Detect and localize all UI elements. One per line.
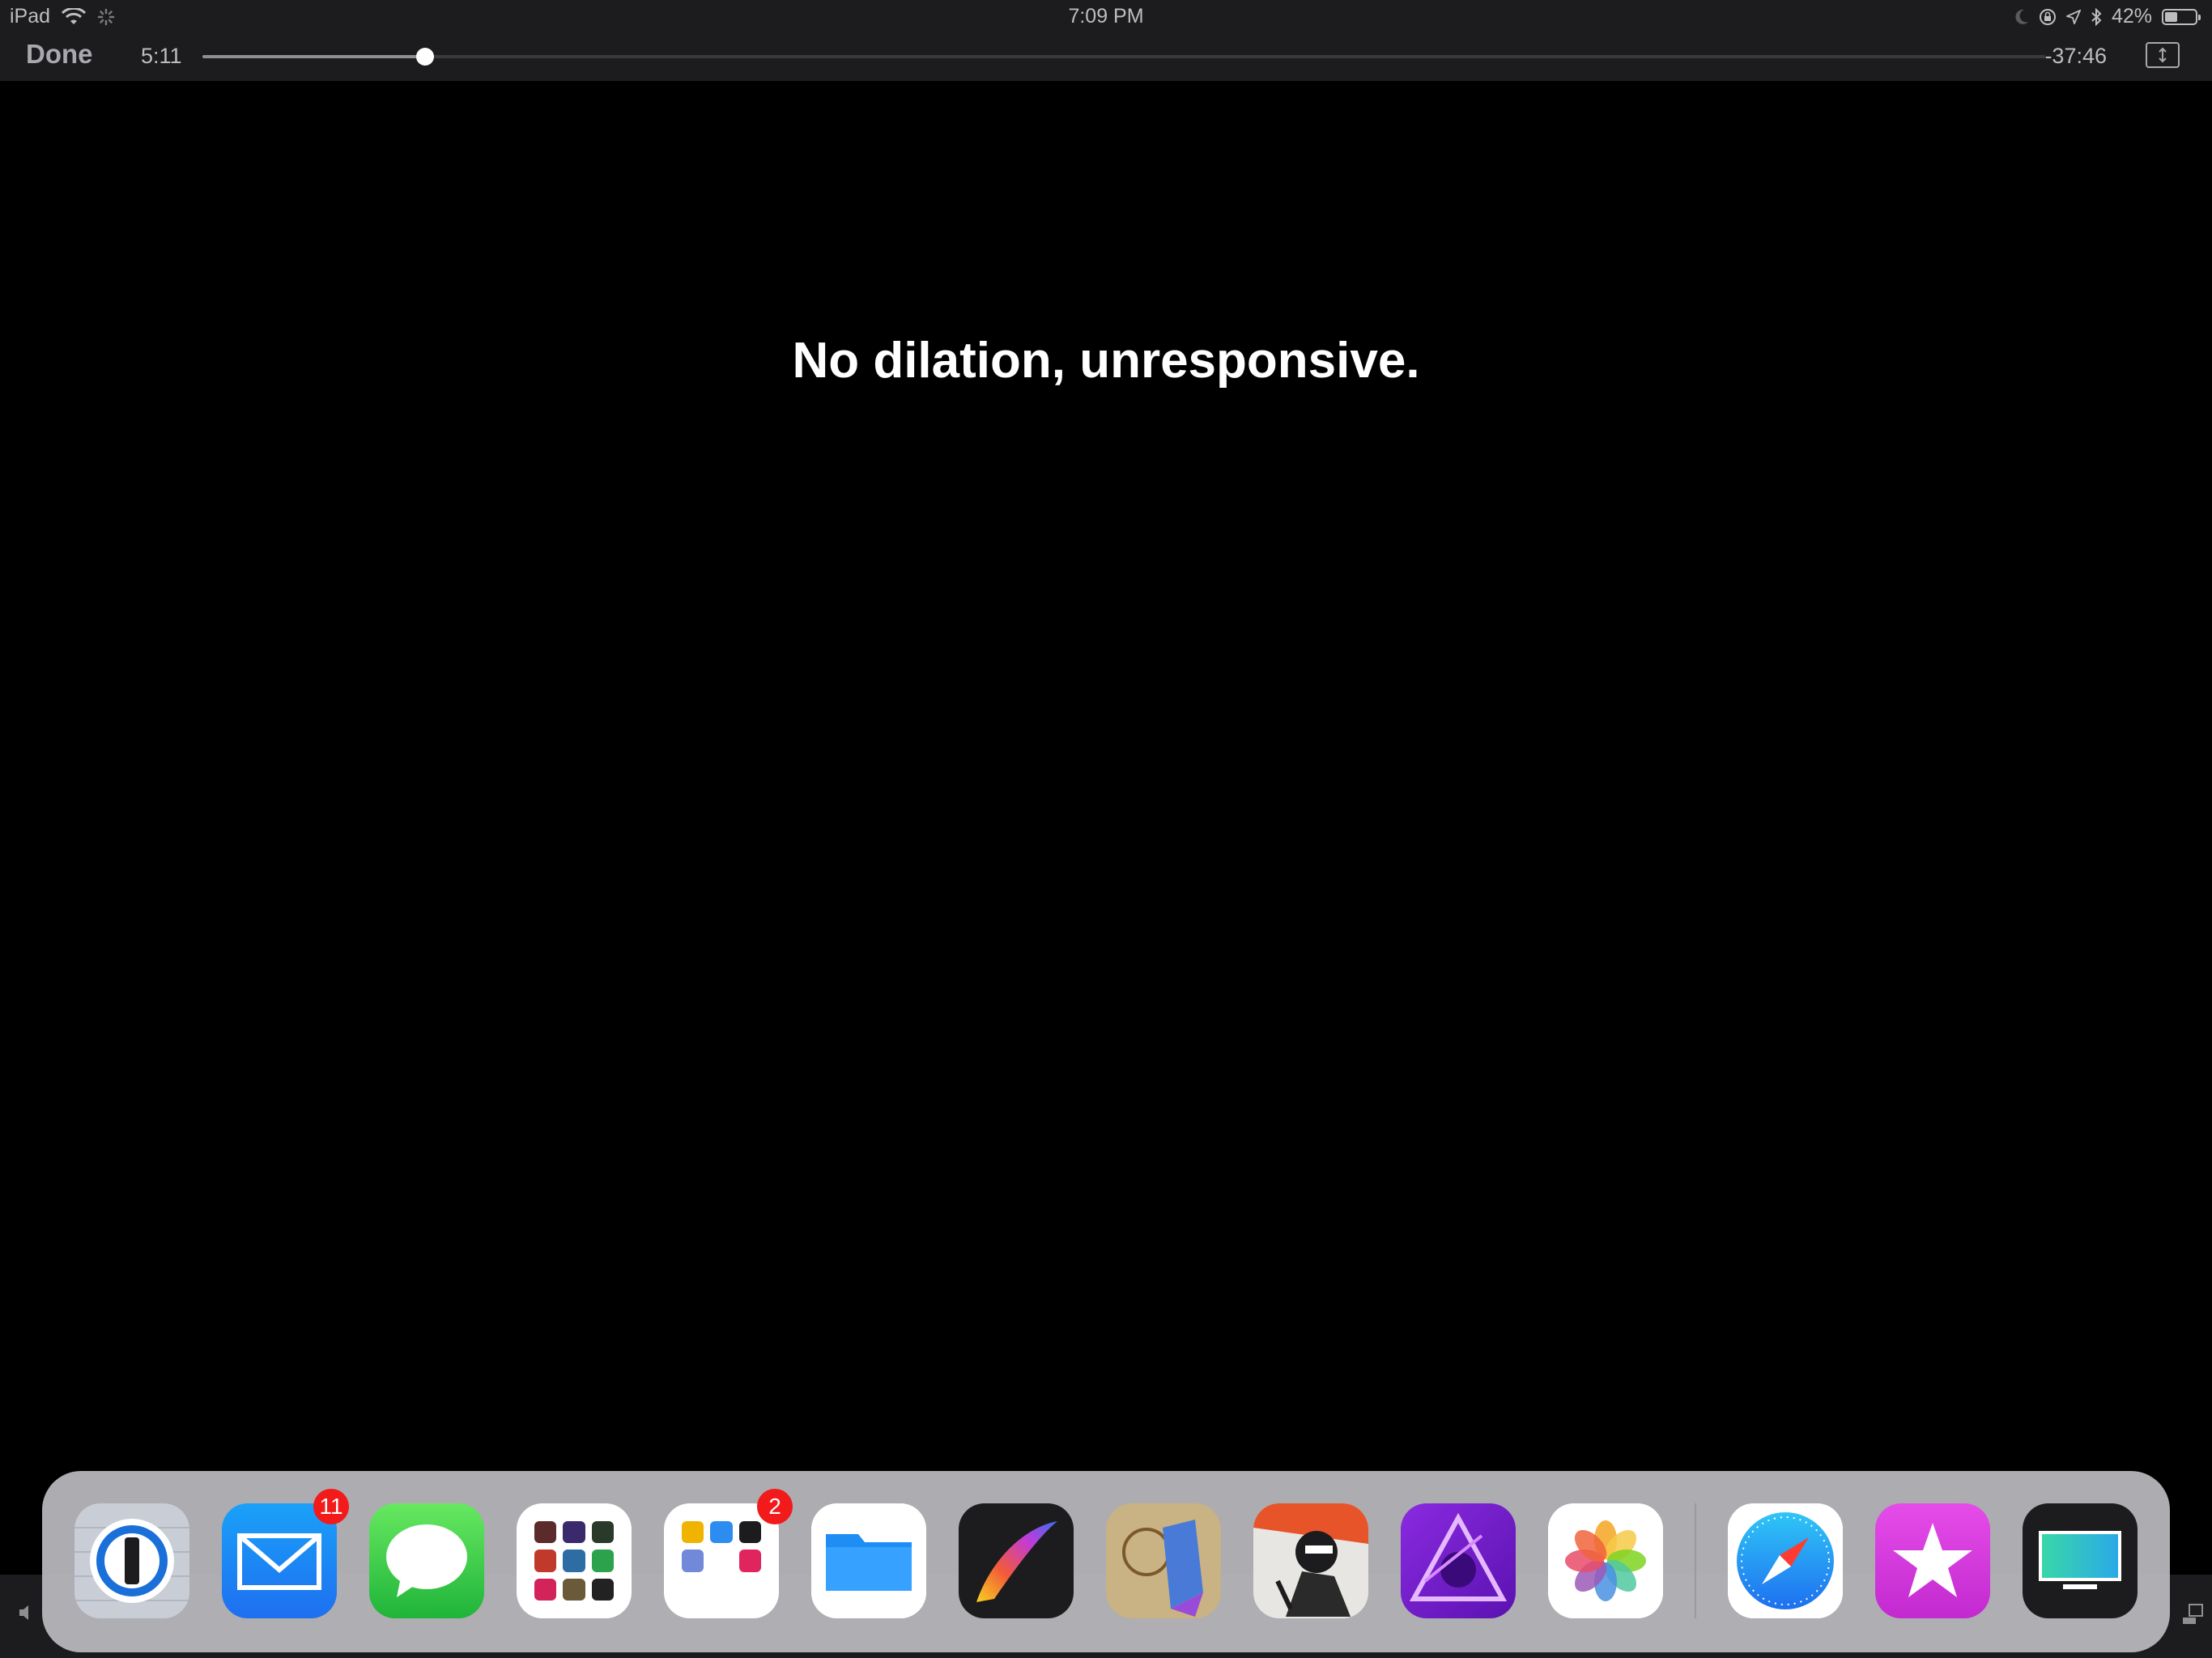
battery-percent: 42%: [2111, 5, 2152, 28]
app-folder-2-icon[interactable]: [664, 1503, 779, 1618]
subtitle-caption: No dilation, unresponsive.: [792, 333, 1420, 389]
messages-icon[interactable]: [369, 1503, 484, 1618]
volume-icon[interactable]: [18, 1603, 39, 1626]
app-folder-icon[interactable]: [517, 1503, 632, 1618]
resize-icon: [2159, 47, 2167, 63]
progress-played: [202, 55, 426, 58]
bluetooth-icon: [2091, 7, 2102, 26]
orientation-lock-icon: [2039, 8, 2057, 26]
battery-icon: [2162, 8, 2201, 25]
files-icon[interactable]: [811, 1503, 926, 1618]
1password-icon[interactable]: [74, 1503, 189, 1618]
photos-icon[interactable]: [1548, 1503, 1663, 1618]
affinity-photo-icon[interactable]: [1401, 1503, 1516, 1618]
video-player-topbar: iPad 7:09 PM 42% Done 5:11 -37:46: [0, 0, 2212, 81]
location-icon: [2065, 9, 2081, 24]
airplay-icon[interactable]: [2181, 1603, 2204, 1630]
remaining-time: -37:46: [2044, 44, 2107, 68]
done-button[interactable]: Done: [26, 39, 93, 70]
player-controls: Done 5:11 -37:46: [0, 34, 2212, 79]
scrubber-handle[interactable]: [416, 48, 435, 66]
elapsed-time: 5:11: [141, 44, 182, 68]
status-time: 7:09 PM: [1068, 5, 1144, 28]
sketch-app-icon[interactable]: [1106, 1503, 1221, 1618]
safari-icon[interactable]: [1728, 1503, 1843, 1618]
screen-mirror-icon[interactable]: [2023, 1503, 2138, 1618]
folder-badge: 2: [757, 1489, 793, 1524]
aspect-ratio-button[interactable]: [2146, 42, 2180, 68]
mail-badge: 11: [313, 1489, 349, 1524]
procreate-icon[interactable]: [959, 1503, 1074, 1618]
status-right: 42%: [2014, 5, 2201, 28]
itunes-store-icon[interactable]: [1875, 1503, 1990, 1618]
moon-icon: [2014, 9, 2029, 25]
status-bar: iPad 7:09 PM 42%: [0, 0, 2212, 34]
dock: 11 2: [42, 1471, 2170, 1652]
dock-divider: [1695, 1503, 1696, 1618]
drawing-app-icon[interactable]: [1253, 1503, 1368, 1618]
progress-track[interactable]: [202, 55, 2045, 58]
